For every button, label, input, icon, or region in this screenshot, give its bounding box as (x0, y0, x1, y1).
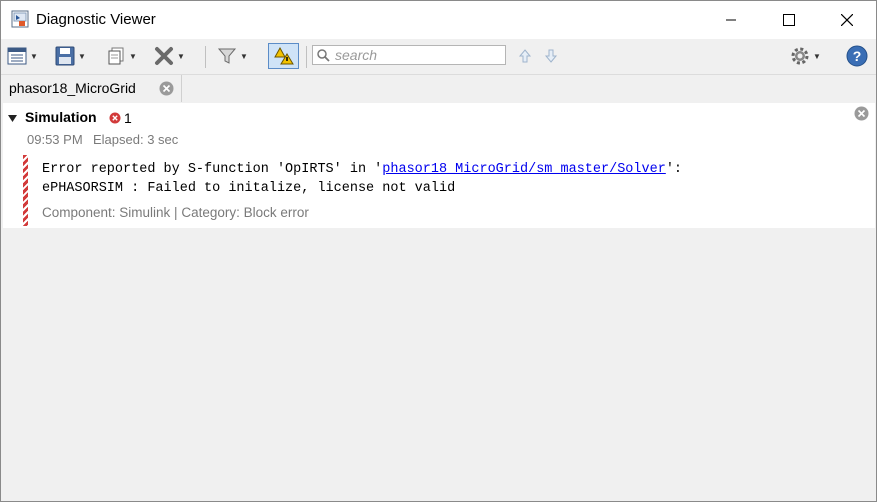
help-button[interactable]: ? (846, 44, 868, 68)
save-icon (55, 46, 75, 66)
message-prefix: Error reported by S-function 'OpIRTS' in… (42, 162, 383, 177)
app-icon (11, 10, 29, 28)
tab-bar: phasor18_MicroGrid (1, 75, 876, 102)
chevron-down-icon: ▼ (177, 51, 185, 61)
maximize-icon (783, 14, 795, 26)
copy-button[interactable]: ▼ (106, 44, 137, 68)
diagnostic-viewer-window: Diagnostic Viewer ▼ ▼ ▼ ▼ ▼ search ▼ ? p… (0, 0, 877, 502)
message-suffix: ': (665, 162, 683, 177)
collapse-triangle-icon[interactable] (8, 115, 17, 122)
close-icon (841, 14, 853, 26)
search-placeholder: search (335, 47, 378, 63)
error-message: Error reported by S-function 'OpIRTS' in… (42, 160, 682, 198)
close-button[interactable] (818, 1, 876, 39)
dismiss-icon[interactable] (854, 106, 869, 121)
up-arrow-icon (518, 49, 532, 63)
svg-text:?: ? (853, 48, 862, 64)
tab-phasor18-microgrid[interactable]: phasor18_MicroGrid (1, 75, 182, 102)
toolbar-separator (306, 46, 307, 68)
tab-label: phasor18_MicroGrid (9, 80, 136, 96)
search-icon (317, 49, 330, 62)
warning-toggle-button[interactable] (268, 43, 299, 69)
view-options-icon (7, 47, 27, 65)
clear-icon (155, 47, 173, 65)
title-bar: Diagnostic Viewer (1, 1, 876, 39)
error-count: 1 (124, 110, 132, 126)
copy-icon (108, 47, 124, 65)
block-path-link[interactable]: phasor18_MicroGrid/sm_master/Solver (382, 162, 666, 177)
help-icon: ? (846, 45, 868, 67)
previous-result-button[interactable] (518, 44, 532, 68)
chevron-down-icon: ▼ (78, 51, 86, 61)
window-title: Diagnostic Viewer (36, 11, 156, 28)
next-result-button[interactable] (544, 44, 558, 68)
error-stripe (23, 155, 28, 226)
elapsed-time: Elapsed: 3 sec (93, 132, 179, 147)
settings-button[interactable]: ▼ (790, 44, 821, 68)
error-icon (109, 112, 121, 124)
chevron-down-icon: ▼ (30, 51, 38, 61)
clear-button[interactable]: ▼ (154, 44, 185, 68)
chevron-down-icon: ▼ (813, 51, 821, 61)
filter-button[interactable]: ▼ (217, 44, 248, 68)
save-button[interactable]: ▼ (55, 44, 86, 68)
search-input[interactable]: search (312, 45, 506, 65)
group-title: Simulation (25, 109, 97, 125)
minimize-icon (726, 19, 736, 21)
timestamp: 09:53 PM (27, 132, 83, 147)
diagnostics-panel: Simulation 1 09:53 PM Elapsed: 3 sec Err… (3, 103, 875, 228)
chevron-down-icon: ▼ (129, 51, 137, 61)
message-line-2: ePHASORSIM : Failed to initalize, licens… (42, 181, 456, 196)
warning-toggle-icon (273, 46, 294, 65)
close-tab-icon[interactable] (159, 81, 174, 96)
down-arrow-icon (544, 49, 558, 63)
maximize-button[interactable] (760, 1, 818, 39)
filter-icon (217, 48, 237, 64)
chevron-down-icon: ▼ (240, 51, 248, 61)
component-category: Component: Simulink | Category: Block er… (42, 205, 309, 220)
minimize-button[interactable] (702, 1, 760, 39)
toolbar-separator (205, 46, 206, 68)
toolbar: ▼ ▼ ▼ ▼ ▼ search ▼ ? (1, 39, 876, 75)
view-options-button[interactable]: ▼ (7, 44, 38, 68)
settings-icon (791, 47, 809, 65)
